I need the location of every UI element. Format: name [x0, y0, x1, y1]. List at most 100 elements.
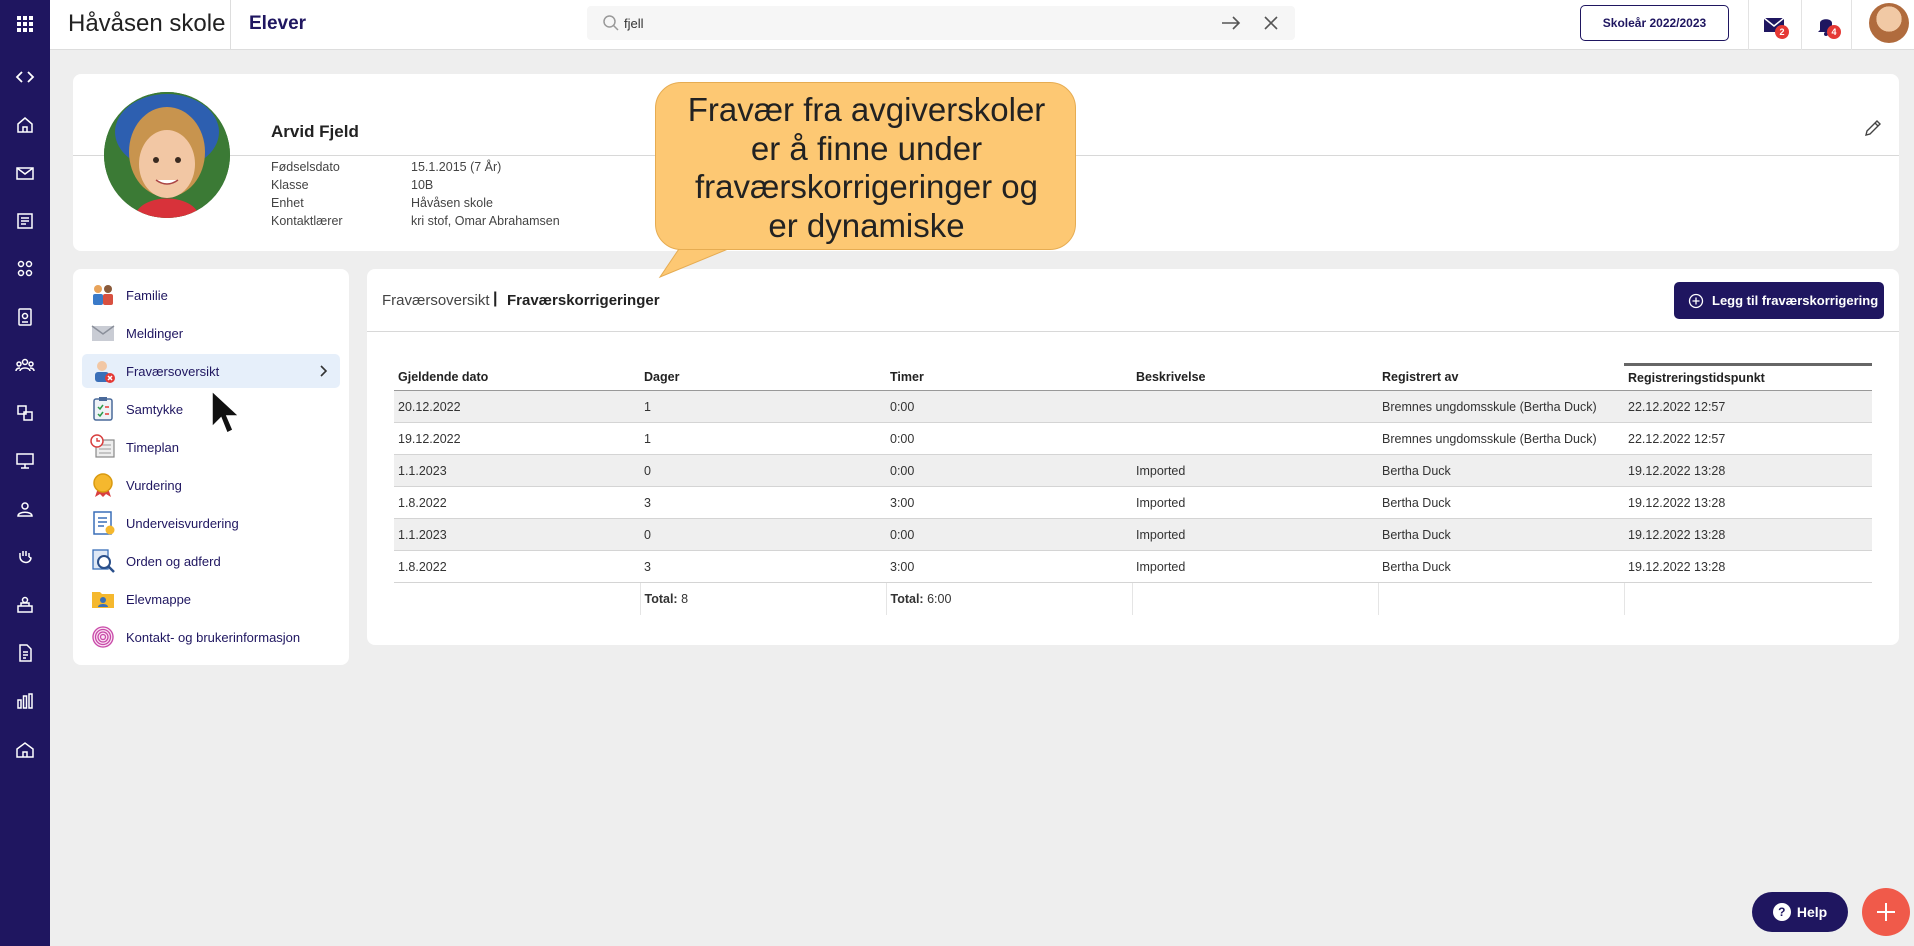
table-cell: Imported: [1132, 518, 1378, 551]
info-label: Enhet: [271, 196, 304, 210]
table-cell: Bremnes ungdomsskule (Bertha Duck): [1378, 390, 1624, 423]
student-icon[interactable]: [0, 485, 50, 533]
table-cell: [1132, 390, 1378, 423]
breadcrumb-parent[interactable]: Fraværsoversikt: [382, 292, 490, 309]
table-row[interactable]: 1.8.2022 3 3:00 Imported Bertha Duck 19.…: [394, 486, 1872, 519]
total-value: 6:00: [927, 591, 952, 606]
desk-icon[interactable]: [0, 581, 50, 629]
arrow-right-icon[interactable]: [1220, 13, 1242, 33]
total-value: 8: [681, 591, 689, 606]
table-cell: Bertha Duck: [1378, 550, 1624, 583]
magnifier-document-icon: [92, 549, 115, 573]
help-label: Help: [1796, 904, 1828, 920]
table-cell: Bertha Duck: [1378, 518, 1624, 551]
table-cell: 0:00: [886, 518, 1132, 551]
info-value: Håvåsen skole: [411, 196, 493, 210]
search-input[interactable]: [624, 6, 1184, 40]
table-row[interactable]: 1.8.2022 3 3:00 Imported Bertha Duck 19.…: [394, 550, 1872, 583]
menu-item-meldinger[interactable]: Meldinger: [82, 316, 340, 350]
floating-add-button[interactable]: [1862, 888, 1910, 936]
help-button[interactable]: ? Help: [1752, 892, 1848, 932]
mail-icon[interactable]: [0, 149, 50, 197]
menu-item-underveisvurdering[interactable]: Underveisvurdering: [82, 506, 340, 540]
table-cell: Bertha Duck: [1378, 454, 1624, 487]
column-header[interactable]: Dager: [640, 364, 886, 391]
menu-item-label: Vurdering: [126, 477, 182, 493]
menu-item-elevmappe[interactable]: Elevmappe: [82, 582, 340, 616]
divider: [1748, 0, 1749, 50]
table-cell: 1.8.2022: [394, 486, 640, 519]
table-cell: 0:00: [886, 422, 1132, 455]
info-row: Enhet Håvåsen skole: [271, 196, 560, 214]
info-label: Kontaktlærer: [271, 214, 343, 228]
hand-icon[interactable]: [0, 533, 50, 581]
table-row[interactable]: 19.12.2022 1 0:00 Bremnes ungdomsskule (…: [394, 422, 1872, 455]
divider: [1851, 0, 1852, 50]
info-label: Fødselsdato: [271, 160, 340, 174]
menu-item-fravaersoversikt[interactable]: Fraværsoversikt: [82, 354, 340, 388]
fingerprint-icon: [92, 626, 114, 648]
table-cell: 19.12.2022 13:28: [1624, 486, 1872, 519]
column-header[interactable]: Registreringstidspunkt: [1624, 363, 1872, 391]
callout-text: Fravær fra avgiverskoler er å finne unde…: [656, 91, 1077, 245]
left-rail: [0, 0, 50, 946]
user-avatar[interactable]: [1869, 3, 1909, 43]
apps-grid-icon[interactable]: [0, 0, 50, 48]
news-icon[interactable]: [0, 197, 50, 245]
menu-item-orden-og-adferd[interactable]: Orden og adferd: [82, 544, 340, 578]
table-cell: 0:00: [886, 390, 1132, 423]
divider: [367, 331, 1899, 332]
classroom-icon[interactable]: [0, 437, 50, 485]
table-cell: 19.12.2022 13:28: [1624, 518, 1872, 551]
total-days: Total: 8: [640, 582, 887, 615]
people-grid-icon[interactable]: [0, 245, 50, 293]
column-header[interactable]: Timer: [886, 364, 1132, 391]
column-header[interactable]: Registrert av: [1378, 364, 1624, 391]
total-hours: Total: 6:00: [886, 582, 1133, 615]
table-header-row: Gjeldende dato Dager Timer Beskrivelse R…: [394, 363, 1872, 391]
table-cell: 1: [640, 390, 886, 423]
menu-item-kontakt-og-brukerinformasjon[interactable]: Kontakt- og brukerinformasjon: [82, 620, 340, 654]
close-icon[interactable]: [1262, 14, 1280, 32]
pencil-icon[interactable]: [1863, 118, 1883, 138]
notifications-button[interactable]: 4: [1813, 11, 1841, 39]
table-row[interactable]: 1.1.2023 0 0:00 Imported Bertha Duck 19.…: [394, 454, 1872, 487]
table-row[interactable]: 1.1.2023 0 0:00 Imported Bertha Duck 19.…: [394, 518, 1872, 551]
group-icon[interactable]: [0, 341, 50, 389]
student-side-menu: Familie Meldinger Fraværsoversikt Samtyk…: [73, 269, 349, 665]
column-header[interactable]: Beskrivelse: [1132, 364, 1378, 391]
document-icon[interactable]: [0, 629, 50, 677]
home-icon[interactable]: [0, 101, 50, 149]
add-absence-correction-button[interactable]: Legg til fraværskorrigering: [1674, 282, 1884, 319]
badge-icon[interactable]: [0, 293, 50, 341]
hierarchy-icon[interactable]: [0, 389, 50, 437]
divider: [1801, 0, 1802, 50]
table-cell: 0: [640, 518, 886, 551]
menu-item-familie[interactable]: Familie: [82, 278, 340, 312]
search-icon: [603, 15, 619, 31]
search-box[interactable]: [587, 6, 1295, 40]
totals-row: Total: 8 Total: 6:00: [394, 582, 1872, 615]
table-cell: [1132, 422, 1378, 455]
table-cell: 1.1.2023: [394, 454, 640, 487]
menu-item-label: Underveisvurdering: [126, 515, 239, 531]
plus-icon: [1877, 903, 1895, 921]
menu-item-vurdering[interactable]: Vurdering: [82, 468, 340, 502]
menu-item-label: Samtykke: [126, 401, 184, 417]
school-icon[interactable]: [0, 725, 50, 773]
question-icon: ?: [1772, 903, 1791, 921]
breadcrumb-current: Fraværskorrigeringer: [507, 292, 660, 309]
callout-line: Fravær fra avgiverskoler: [687, 91, 1046, 128]
table-cell: Bremnes ungdomsskule (Bertha Duck): [1378, 422, 1624, 455]
messages-button[interactable]: 2: [1761, 11, 1789, 39]
column-header[interactable]: Gjeldende dato: [394, 364, 640, 391]
total-label: Total:: [890, 591, 924, 606]
total-label: Total:: [644, 591, 678, 606]
schedule-icon: [90, 434, 115, 458]
school-name[interactable]: Håvåsen skole: [68, 0, 225, 48]
bar-chart-icon[interactable]: [0, 677, 50, 725]
school-year-button[interactable]: Skoleår 2022/2023: [1580, 5, 1729, 41]
table-row[interactable]: 20.12.2022 1 0:00 Bremnes ungdomsskule (…: [394, 390, 1872, 423]
table-cell: 19.12.2022 13:28: [1624, 454, 1872, 487]
code-toggle-icon[interactable]: [0, 53, 50, 101]
